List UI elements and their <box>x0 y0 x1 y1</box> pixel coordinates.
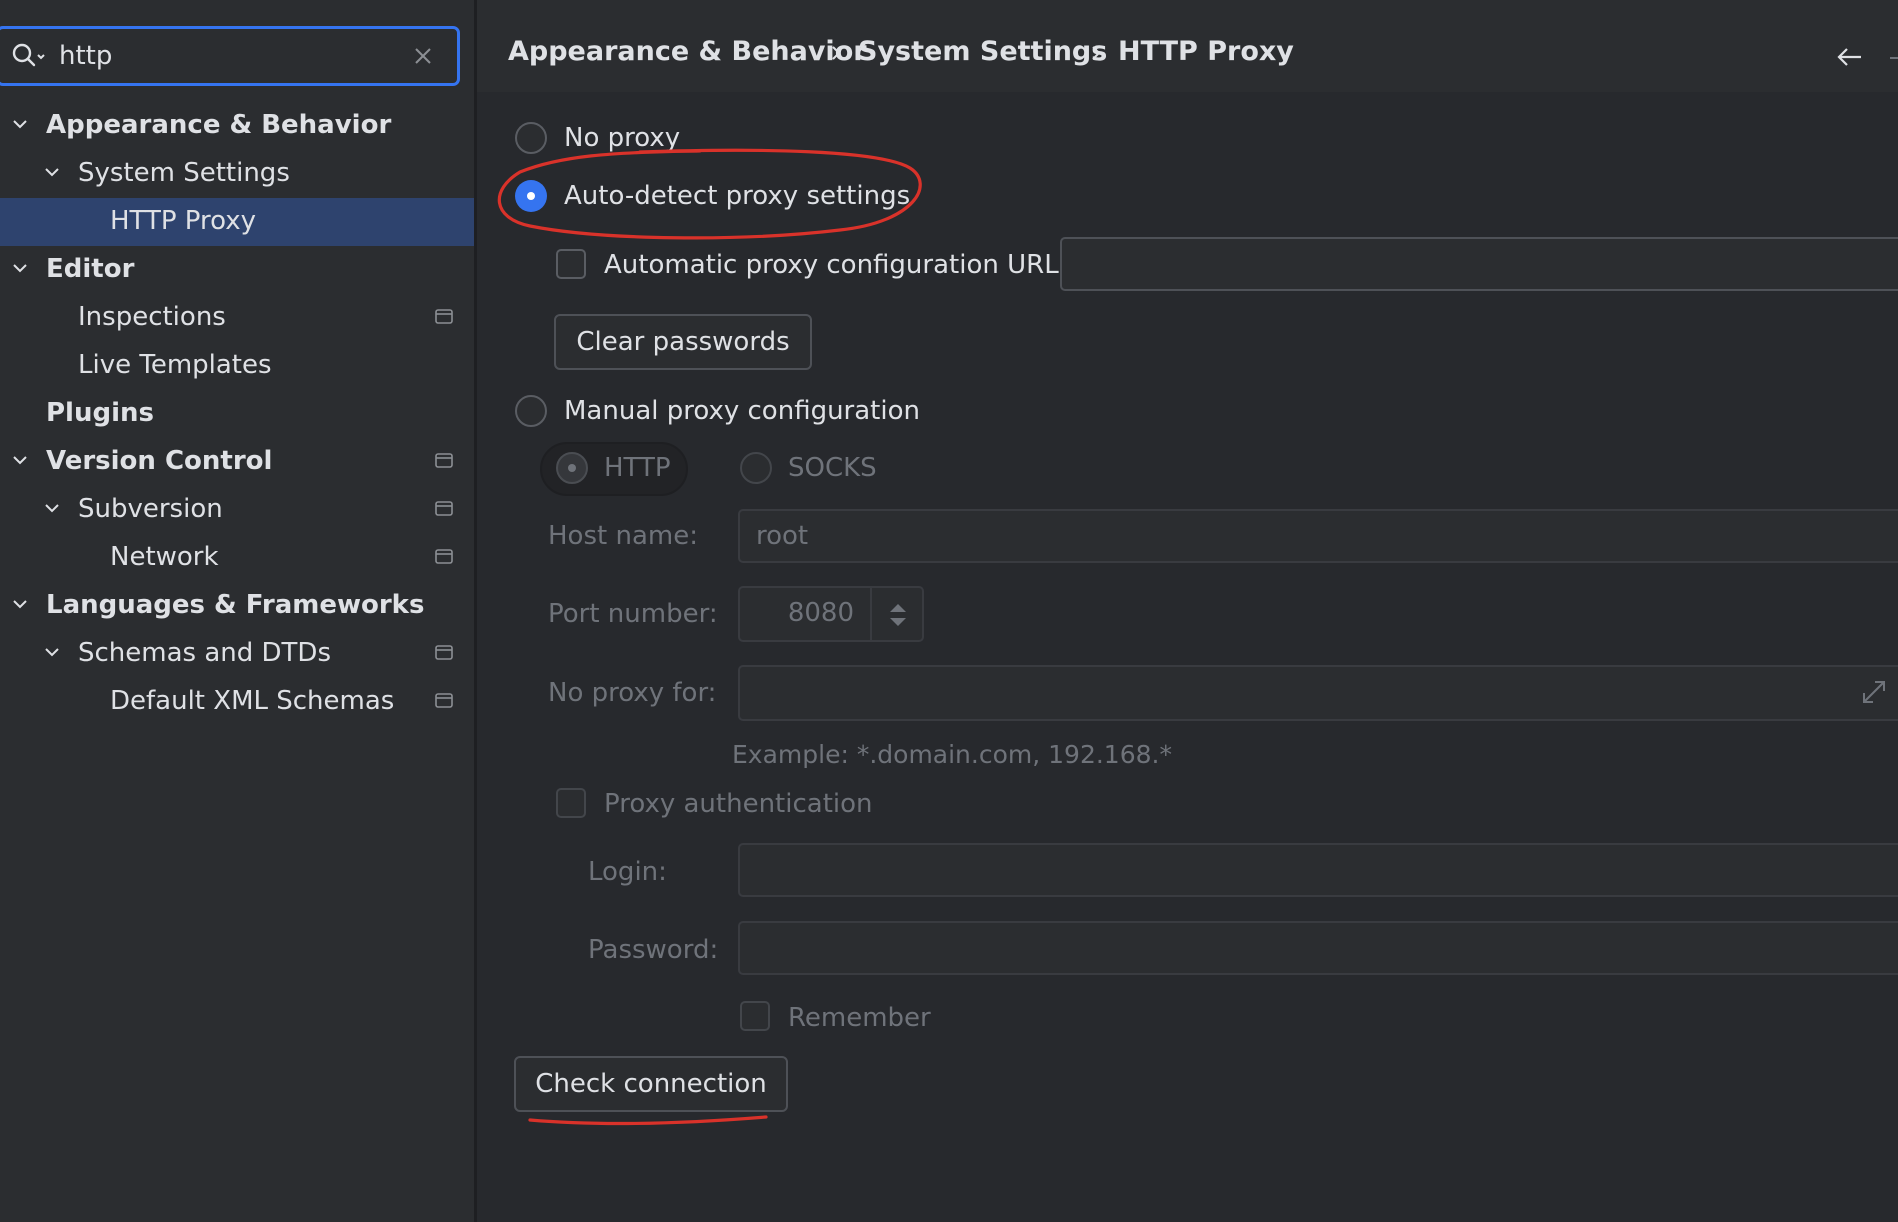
port-number-value: 8080 <box>787 598 854 628</box>
chevron-down-icon[interactable] <box>44 646 60 658</box>
no-proxy-example-hint: Example: *.domain.com, 192.168.* <box>732 740 1172 769</box>
tree-item-label: Appearance & Behavior <box>46 110 392 140</box>
tree-item-label: Default XML Schemas <box>110 686 395 716</box>
http-label: HTTP <box>604 453 671 483</box>
proxy-auth-checkbox[interactable] <box>556 788 586 818</box>
host-name-input[interactable]: root <box>738 509 1898 563</box>
password-label: Password: <box>588 935 719 965</box>
tree-item[interactable]: Live Templates <box>0 342 474 390</box>
remember-label: Remember <box>788 1003 931 1033</box>
settings-tree: Appearance & Behavior System Settings HTTP… <box>0 102 474 726</box>
back-arrow-icon[interactable] <box>1836 46 1864 68</box>
tree-item-label: Languages & Frameworks <box>46 590 425 620</box>
tree-item[interactable]: System Settings <box>0 150 474 198</box>
chevron-down-icon[interactable] <box>12 454 28 466</box>
chevron-down-icon[interactable] <box>12 262 28 274</box>
breadcrumb-separator-icon <box>1090 44 1102 62</box>
tree-item[interactable]: Languages & Frameworks <box>0 582 474 630</box>
clear-search-icon[interactable] <box>413 46 433 66</box>
http-radio[interactable] <box>556 452 588 484</box>
tree-item[interactable]: Version Control <box>0 438 474 486</box>
breadcrumb-item-current: HTTP Proxy <box>1118 36 1294 67</box>
tree-item[interactable]: Network <box>0 534 474 582</box>
tree-item-label: Version Control <box>46 446 273 476</box>
breadcrumb-item[interactable]: System Settings <box>858 36 1107 67</box>
tree-item-label: HTTP Proxy <box>110 206 257 236</box>
port-number-stepper[interactable]: 8080 <box>738 586 924 642</box>
tree-item[interactable]: Appearance & Behavior <box>0 102 474 150</box>
tree-item-label: Inspections <box>78 302 226 332</box>
host-name-label: Host name: <box>548 521 698 551</box>
socks-label: SOCKS <box>788 453 877 483</box>
no-proxy-radio[interactable] <box>515 122 547 154</box>
no-proxy-for-input[interactable] <box>738 665 1898 721</box>
search-icon[interactable] <box>11 42 47 72</box>
tree-item[interactable]: Inspections <box>0 294 474 342</box>
socks-radio[interactable] <box>740 452 772 484</box>
port-number-label: Port number: <box>548 599 718 629</box>
tree-item[interactable]: Plugins <box>0 390 474 438</box>
breadcrumb-separator-icon <box>830 44 842 62</box>
no-proxy-label: No proxy <box>564 123 681 153</box>
project-level-icon <box>434 692 454 710</box>
tree-item[interactable]: Editor <box>0 246 474 294</box>
tree-item[interactable]: Schemas and DTDs <box>0 630 474 678</box>
project-level-icon <box>434 452 454 470</box>
auto-detect-label: Auto-detect proxy settings <box>564 181 911 211</box>
search-box[interactable] <box>0 26 460 86</box>
host-name-value: root <box>756 521 809 551</box>
auto-detect-radio[interactable] <box>515 180 547 212</box>
project-level-icon <box>434 308 454 326</box>
tree-item-label: Live Templates <box>78 350 272 380</box>
tree-item-label: System Settings <box>78 158 290 188</box>
expand-icon[interactable] <box>1858 676 1890 708</box>
manual-proxy-label: Manual proxy configuration <box>564 396 920 426</box>
auto-config-url-input[interactable] <box>1060 237 1898 291</box>
manual-proxy-radio[interactable] <box>515 395 547 427</box>
login-input[interactable] <box>738 843 1898 897</box>
no-proxy-for-label: No proxy for: <box>548 678 717 708</box>
chevron-down-icon[interactable] <box>12 118 28 130</box>
auto-config-url-checkbox[interactable] <box>556 249 586 279</box>
chevron-down-icon[interactable] <box>44 166 60 178</box>
clear-passwords-button[interactable]: Clear passwords <box>554 314 812 370</box>
forward-arrow-icon[interactable] <box>1890 57 1898 59</box>
tree-item[interactable]: HTTP Proxy <box>0 198 474 246</box>
chevron-down-icon[interactable] <box>12 598 28 610</box>
chevron-down-icon[interactable] <box>44 502 60 514</box>
check-connection-button[interactable]: Check connection <box>514 1056 788 1112</box>
project-level-icon <box>434 644 454 662</box>
stepper-arrows-icon[interactable] <box>886 600 910 630</box>
search-input[interactable] <box>59 35 399 77</box>
stepper-divider <box>870 588 872 640</box>
login-label: Login: <box>588 857 667 887</box>
tree-item-label: Network <box>110 542 219 572</box>
tree-item-label: Plugins <box>46 398 154 428</box>
project-level-icon <box>434 500 454 518</box>
remember-checkbox[interactable] <box>740 1001 770 1031</box>
breadcrumb-item[interactable]: Appearance & Behavior <box>508 36 867 67</box>
password-input[interactable] <box>738 921 1898 975</box>
tree-item-label: Schemas and DTDs <box>78 638 331 668</box>
auto-config-url-label: Automatic proxy configuration URL: <box>604 250 1068 280</box>
project-level-icon <box>434 548 454 566</box>
sidebar-divider[interactable] <box>474 0 477 1222</box>
tree-item-label: Subversion <box>78 494 223 524</box>
tree-item[interactable]: Subversion <box>0 486 474 534</box>
tree-item-label: Editor <box>46 254 135 284</box>
settings-sidebar: Appearance & Behavior System Settings HTTP… <box>0 0 474 1222</box>
tree-item[interactable]: Default XML Schemas <box>0 678 474 726</box>
annotation-underline <box>528 1115 768 1126</box>
proxy-auth-label: Proxy authentication <box>604 789 873 819</box>
